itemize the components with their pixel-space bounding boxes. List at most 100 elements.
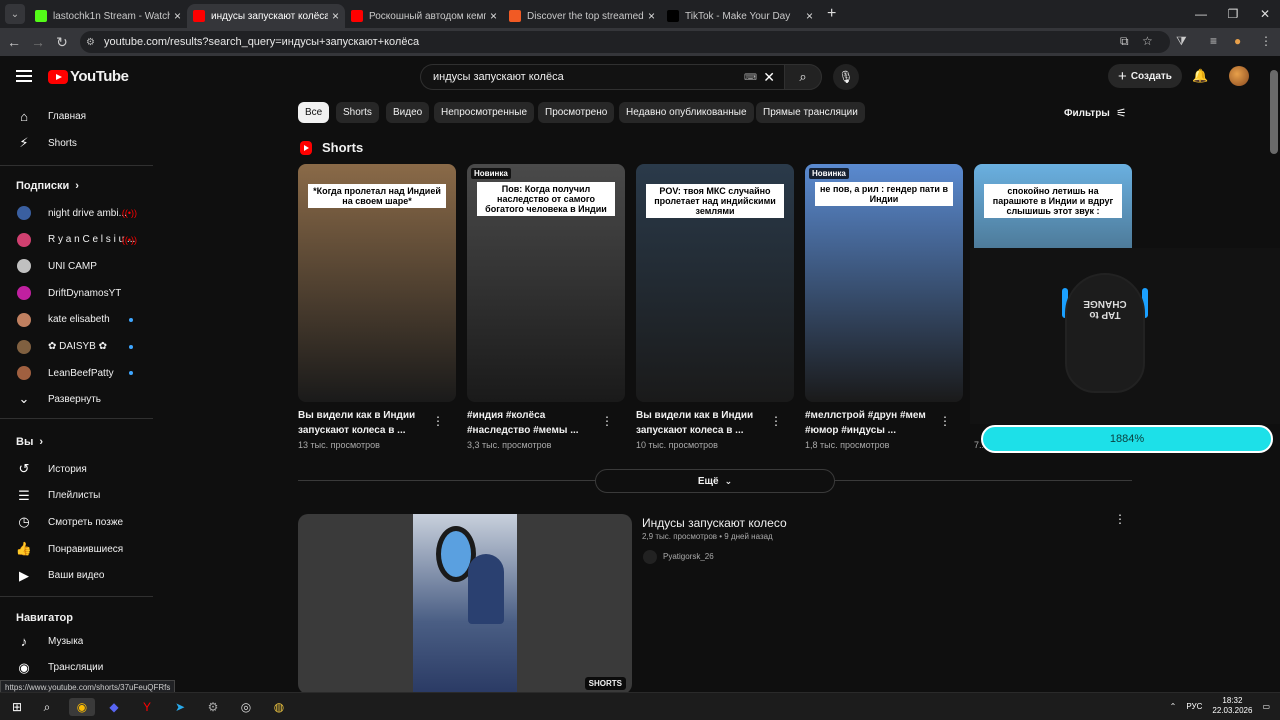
telegram-icon[interactable]: ➤ <box>171 698 189 716</box>
short-more-actions-icon[interactable]: ⋮ <box>770 414 782 428</box>
short-thumbnail[interactable]: POV: твоя МКС случайно пролетает над инд… <box>636 164 794 402</box>
notifications-bell-icon[interactable]: 🔔 <box>1192 68 1208 84</box>
short-title[interactable]: Вы видели как в Индии запускают колеса в… <box>636 408 776 438</box>
account-avatar[interactable] <box>1229 66 1249 86</box>
app-icon[interactable]: ◍ <box>270 698 288 716</box>
filters-button[interactable]: Фильтры ⚟ <box>1064 106 1127 120</box>
sidebar-item-history[interactable]: ↺ История <box>0 456 153 482</box>
short-more-actions-icon[interactable]: ⋮ <box>432 414 444 428</box>
browser-tab[interactable]: lastochk1n Stream - Watch Live × <box>29 4 187 28</box>
install-app-icon[interactable]: ⧉ <box>1120 34 1129 49</box>
short-card[interactable]: Новинка Пов: Когда получил наследство от … <box>467 164 627 450</box>
close-window-icon[interactable]: ✕ <box>1249 0 1280 28</box>
minimize-icon[interactable]: — <box>1185 0 1217 28</box>
you-heading[interactable]: Вы › <box>16 436 43 448</box>
tab-close-icon[interactable]: × <box>332 9 339 23</box>
clock[interactable]: 18:32 22.03.2026 <box>1212 696 1252 716</box>
short-title[interactable]: #индия #колёса #наследство #мемы ... <box>467 408 607 438</box>
browser-tab[interactable]: Роскошный автодом кемпер × <box>345 4 503 28</box>
tab-close-icon[interactable]: × <box>648 9 655 23</box>
sidebar-item-your-videos[interactable]: ▶ Ваши видео <box>0 563 153 589</box>
filter-chip[interactable]: Shorts <box>336 102 379 123</box>
browser-tab[interactable]: индусы запускают колёса - YouTube × <box>187 4 345 28</box>
language-indicator[interactable]: РУС <box>1186 702 1202 711</box>
youtube-logo[interactable]: YouTube <box>48 68 129 85</box>
tab-close-icon[interactable]: × <box>490 9 497 23</box>
sidebar-item-home[interactable]: ⌂ Главная <box>0 103 153 129</box>
video-title[interactable]: Индусы запускают колесо <box>642 516 787 530</box>
search-input[interactable]: индусы запускают колёса ⌨ ✕ <box>420 64 785 90</box>
short-title[interactable]: Вы видели как в Индии запускают колеса в… <box>298 408 438 438</box>
browser-tab[interactable]: Discover the top streamed music × <box>503 4 661 28</box>
filter-chip[interactable]: Непросмотренные <box>434 102 535 123</box>
short-thumbnail[interactable]: *Когда пролетал над Индией на своем шаре… <box>298 164 456 402</box>
new-tab-button[interactable]: + <box>827 5 836 23</box>
clear-search-icon[interactable]: ✕ <box>763 69 775 86</box>
sidebar-item-playlists[interactable]: ☰ Плейлисты <box>0 483 153 509</box>
chrome-icon[interactable]: ◉ <box>69 698 95 716</box>
voice-search-icon[interactable]: 🎙 <box>833 64 859 90</box>
sidebar-subscription[interactable]: R y a n C e l s i u ... ((•)) <box>0 227 153 253</box>
show-more-button[interactable]: Ещё ⌄ <box>595 469 835 493</box>
bookmark-star-icon[interactable]: ☆ <box>1142 34 1153 48</box>
browser-tab[interactable]: TikTok - Make Your Day × <box>661 4 819 28</box>
tab-close-icon[interactable]: × <box>174 9 181 23</box>
video-thumbnail[interactable]: SHORTS <box>298 514 632 694</box>
sidebar-item-watch-later[interactable]: ◷ Смотреть позже <box>0 509 153 535</box>
yandex-icon[interactable]: Y <box>138 698 156 716</box>
steam-icon[interactable]: ⚙ <box>204 698 222 716</box>
filter-chip[interactable]: Просмотрено <box>538 102 615 123</box>
media-icon[interactable]: ≡ <box>1210 34 1217 48</box>
video-more-actions-icon[interactable]: ⋮ <box>1114 512 1126 526</box>
sidebar-subscription[interactable]: kate elisabeth <box>0 307 153 333</box>
extensions-icon[interactable]: ⧩ <box>1176 34 1187 49</box>
channel-avatar[interactable] <box>643 550 657 564</box>
windows-start-icon[interactable]: ⊞ <box>8 698 26 716</box>
sidebar-subscription[interactable]: UNI CAMP <box>0 253 153 279</box>
tab-close-icon[interactable]: × <box>806 9 813 23</box>
tray-chevron-icon[interactable]: ⌃ <box>1170 702 1177 711</box>
back-icon[interactable]: ← <box>2 34 26 50</box>
page-scrollbar[interactable] <box>1270 70 1278 154</box>
url-field[interactable]: ⚙ youtube.com/results?search_query=индус… <box>80 31 1170 53</box>
sidebar-item-shorts[interactable]: ⚡ Shorts <box>0 130 153 156</box>
sidebar-expand[interactable]: ⌄ Развернуть <box>0 386 153 412</box>
short-card[interactable]: Новинка не пов, а рил : гендер пати в Инд… <box>805 164 965 450</box>
sidebar-subscription[interactable]: night drive ambi... ((•)) <box>0 200 153 226</box>
subscriptions-heading[interactable]: Подписки › <box>16 180 79 192</box>
sidebar-item-label: DriftDynamosYT <box>48 287 122 299</box>
obs-icon[interactable]: ◎ <box>237 698 255 716</box>
profile-icon[interactable]: ● <box>1234 34 1241 48</box>
sidebar-subscription[interactable]: LeanBeefPatty <box>0 360 153 386</box>
filter-chip[interactable]: Прямые трансляции <box>756 102 865 123</box>
sidebar-item-music[interactable]: ♪ Музыка <box>0 628 153 654</box>
create-button[interactable]: + Создать <box>1108 64 1182 88</box>
hamburger-menu-icon[interactable] <box>16 70 32 82</box>
sidebar-item-live[interactable]: ◉ Трансляции <box>0 655 153 681</box>
short-card[interactable]: *Когда пролетал над Индией на своем шаре… <box>298 164 458 450</box>
short-more-actions-icon[interactable]: ⋮ <box>601 414 613 428</box>
forward-icon[interactable]: → <box>26 34 50 50</box>
short-title[interactable]: #меллстрой #друн #мем #юмор #индусы ... <box>805 408 945 438</box>
sidebar-item-liked[interactable]: 👍 Понравившиеся <box>0 536 153 562</box>
short-card[interactable]: POV: твоя МКС случайно пролетает над инд… <box>636 164 796 450</box>
site-info-icon[interactable]: ⚙ <box>86 37 95 48</box>
sidebar-subscription[interactable]: DriftDynamosYT <box>0 280 153 306</box>
channel-name[interactable]: Pyatigorsk_26 <box>663 552 714 561</box>
filter-chip[interactable]: Недавно опубликованные <box>619 102 754 123</box>
filter-chip[interactable]: Все <box>298 102 330 123</box>
short-thumbnail[interactable]: Новинка Пов: Когда получил наследство от … <box>467 164 625 402</box>
short-thumbnail[interactable]: Новинка не пов, а рил : гендер пати в Инд… <box>805 164 963 402</box>
search-icon[interactable]: ⌕ <box>38 698 56 716</box>
reload-icon[interactable]: ↻ <box>50 34 74 51</box>
short-more-actions-icon[interactable]: ⋮ <box>939 414 951 428</box>
search-button[interactable]: ⌕ <box>784 64 822 90</box>
filter-chip[interactable]: Видео <box>386 102 430 123</box>
notifications-icon[interactable]: ▭ <box>1262 702 1270 711</box>
sidebar-subscription[interactable]: ✿ DAISYB ✿ <box>0 334 153 360</box>
browser-menu-icon[interactable]: ⋮ <box>1260 34 1272 48</box>
keyboard-icon[interactable]: ⌨ <box>744 72 757 83</box>
restore-icon[interactable]: ❐ <box>1217 0 1249 28</box>
tab-search-button[interactable]: ⌄ <box>5 4 25 24</box>
discord-icon[interactable]: ◆ <box>105 698 123 716</box>
